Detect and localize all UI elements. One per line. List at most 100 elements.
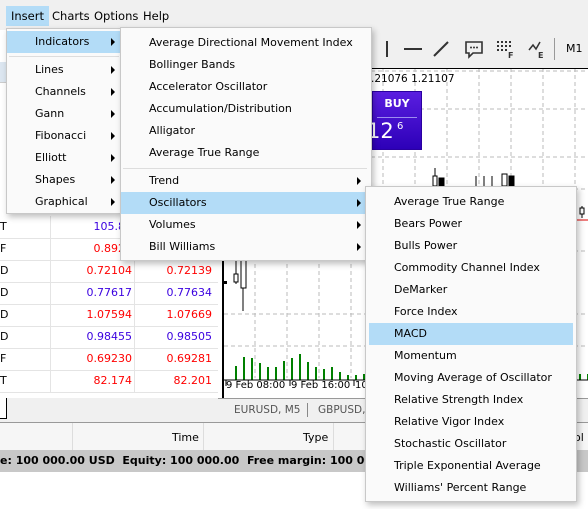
menu-item-cci[interactable]: Commodity Channel Index — [366, 257, 576, 279]
table-row[interactable]: D 1.07594 1.07669 — [0, 304, 218, 327]
menu-item-label: Momentum — [394, 349, 457, 362]
menu-item-label: Accumulation/Distribution — [149, 102, 292, 115]
menu-item-rsi[interactable]: Relative Strength Index — [366, 389, 576, 411]
menu-item-label: Fibonacci — [35, 129, 87, 142]
menu-item-label: Average True Range — [394, 195, 505, 208]
menu-insert[interactable]: Insert — [6, 6, 49, 26]
table-row[interactable]: D 0.77617 0.77634 — [0, 282, 218, 305]
trendline-icon[interactable] — [430, 38, 452, 60]
menu-item-bulls-power[interactable]: Bulls Power — [366, 235, 576, 257]
menu-item-volumes[interactable]: Volumes — [121, 214, 371, 236]
menu-item-fibonacci[interactable]: Fibonacci — [7, 125, 121, 147]
fibonacci-grid-icon[interactable]: F — [494, 38, 516, 60]
text-label-icon[interactable] — [463, 38, 485, 60]
menu-item-shapes[interactable]: Shapes — [7, 169, 121, 191]
table-row[interactable]: D 0.72104 0.72139 — [0, 260, 218, 283]
menu-item-graphical[interactable]: Graphical — [7, 191, 121, 213]
menu-item-label: Channels — [35, 85, 86, 98]
menu-item-label: Relative Vigor Index — [394, 415, 505, 428]
menu-item-gann[interactable]: Gann — [7, 103, 121, 125]
chart-tab-gbpusd[interactable]: GBPUSD, — [318, 404, 365, 416]
menu-item-label: Gann — [35, 107, 65, 120]
menu-item-macd[interactable]: MACD — [369, 323, 573, 345]
table-row[interactable]: T 82.174 82.201 — [0, 370, 218, 393]
menu-item-trend[interactable]: Trend — [121, 170, 371, 192]
one-click-buy-button[interactable]: BUY 12 6 — [367, 91, 422, 150]
market-watch-tab[interactable] — [0, 398, 7, 419]
buy-price-small: 6 — [397, 121, 404, 132]
menu-item-bears-power[interactable]: Bears Power — [366, 213, 576, 235]
vertical-line-icon[interactable] — [376, 38, 398, 60]
submenu-arrow-icon — [357, 243, 361, 251]
menu-item-lines[interactable]: Lines — [7, 59, 121, 81]
menu-item-stochastic[interactable]: Stochastic Oscillator — [366, 433, 576, 455]
ask-price: 0.77634 — [166, 286, 213, 299]
menu-item-rvi[interactable]: Relative Vigor Index — [366, 411, 576, 433]
submenu-arrow-icon — [111, 66, 115, 74]
menu-options[interactable]: Options — [89, 6, 143, 26]
menu-item-bollinger-bands[interactable]: Bollinger Bands — [121, 54, 371, 76]
account-status-text: e: 100 000.00 USD Equity: 100 000.00 Fre… — [0, 454, 400, 467]
menu-item-label: Stochastic Oscillator — [394, 437, 507, 450]
menu-item-label: Oscillators — [149, 196, 207, 209]
menu-item-bill-williams[interactable]: Bill Williams — [121, 236, 371, 258]
submenu-arrow-icon — [111, 132, 115, 140]
column-header-time[interactable]: Time — [172, 431, 199, 444]
column-divider — [50, 304, 51, 326]
menu-charts[interactable]: Charts — [47, 6, 95, 26]
table-row[interactable]: F 0.69230 0.69281 — [0, 348, 218, 371]
column-divider — [134, 304, 135, 326]
menu-item-label: Relative Strength Index — [394, 393, 524, 406]
chart-tab-eurusd[interactable]: EURUSD, M5 — [234, 404, 300, 416]
menu-item-osma[interactable]: Moving Average of Oscillator — [366, 367, 576, 389]
symbol: F — [0, 242, 7, 255]
elliott-wave-icon[interactable]: E — [526, 38, 548, 60]
column-divider — [333, 423, 334, 451]
menu-item-momentum[interactable]: Momentum — [366, 345, 576, 367]
horizontal-line-icon[interactable] — [402, 38, 424, 60]
menu-item-label: Alligator — [149, 124, 195, 137]
menu-item-label: Trend — [149, 174, 180, 187]
menu-item-accumulation-distribution[interactable]: Accumulation/Distribution — [121, 98, 371, 120]
symbol: T — [0, 374, 7, 387]
oscillators-submenu: Average True Range Bears Power Bulls Pow… — [365, 186, 577, 502]
menu-item-accelerator-oscillator[interactable]: Accelerator Oscillator — [121, 76, 371, 98]
bid-price: 82.174 — [93, 374, 133, 387]
menu-item-williams-percent-range[interactable]: Williams' Percent Range — [366, 477, 576, 499]
column-divider — [134, 260, 135, 282]
column-divider — [50, 216, 51, 238]
menu-item-indicators[interactable]: Indicators — [7, 31, 121, 53]
menu-item-oscillators[interactable]: Oscillators — [121, 192, 365, 214]
buy-divider — [377, 117, 417, 118]
menu-item-average-true-range[interactable]: Average True Range — [121, 142, 371, 164]
submenu-arrow-icon — [111, 154, 115, 162]
menu-help[interactable]: Help — [138, 6, 174, 26]
indicators-submenu: Average Directional Movement Index Bolli… — [120, 27, 372, 261]
menu-item-adx[interactable]: Average Directional Movement Index — [121, 32, 371, 54]
bid-price: 0.77617 — [86, 286, 133, 299]
menu-item-label: Volumes — [149, 218, 196, 231]
menu-item-force-index[interactable]: Force Index — [366, 301, 576, 323]
menu-item-channels[interactable]: Channels — [7, 81, 121, 103]
timeframe-m1-button[interactable]: M1 — [566, 42, 583, 55]
menu-item-average-true-range[interactable]: Average True Range — [366, 191, 576, 213]
column-divider — [203, 423, 204, 451]
ask-price: 1.07669 — [166, 308, 213, 321]
symbol: D — [0, 286, 9, 299]
bid-price: 0.98455 — [86, 330, 133, 343]
ask-price: 0.69281 — [166, 352, 213, 365]
bid-price: 1.07594 — [86, 308, 133, 321]
menu-item-label: Indicators — [35, 35, 90, 48]
column-divider — [50, 326, 51, 348]
menu-item-demarker[interactable]: DeMarker — [366, 279, 576, 301]
menu-bar: Insert Charts Options Help — [0, 0, 588, 30]
submenu-arrow-icon — [357, 177, 361, 185]
menu-item-alligator[interactable]: Alligator — [121, 120, 371, 142]
table-row[interactable]: D 0.98455 0.98505 — [0, 326, 218, 349]
column-header-type[interactable]: Type — [303, 431, 328, 444]
menu-item-label: Williams' Percent Range — [394, 481, 527, 494]
chart-price-header: .21076 1.21107 — [371, 73, 455, 85]
menu-item-elliott[interactable]: Elliott — [7, 147, 121, 169]
menu-item-trix[interactable]: Triple Exponential Average — [366, 455, 576, 477]
column-divider — [50, 370, 51, 392]
